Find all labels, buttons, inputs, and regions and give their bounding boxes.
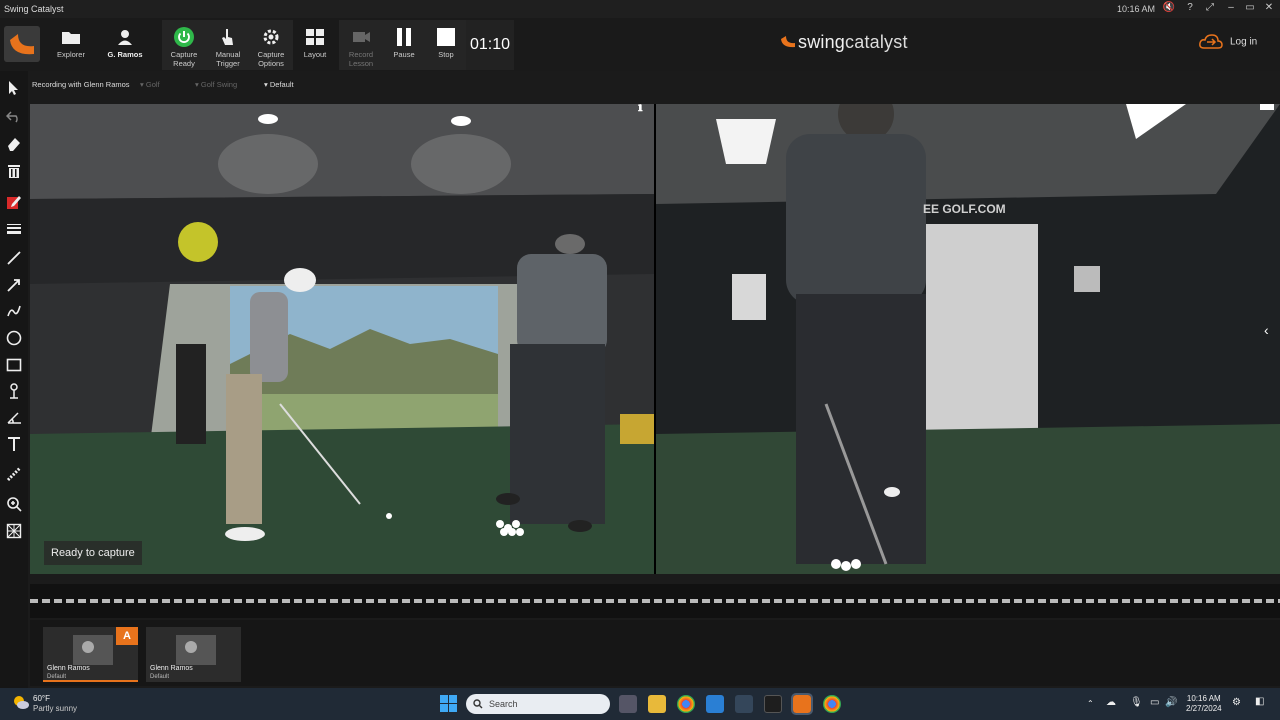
recording-thumbnail[interactable]: Glenn Ramos Default <box>146 627 241 682</box>
gear-icon <box>263 29 279 45</box>
freehand-icon[interactable] <box>4 301 24 321</box>
capture-status: Ready to capture <box>44 541 142 565</box>
brand-wordmark: swingcatalyst <box>780 32 908 53</box>
show-hidden-icons-icon[interactable]: ⌃ <box>1087 699 1094 708</box>
layout-grid-icon <box>306 29 324 45</box>
hand-pointer-icon <box>222 29 233 45</box>
close-icon[interactable]: ✕ <box>1262 2 1276 16</box>
recordings-strip: A Glenn Ramos Default Glenn Ramos Defaul… <box>30 620 1280 686</box>
calculator-icon[interactable] <box>735 695 753 713</box>
title-bar: Swing Catalyst 10:16 AM 🔇 ? ⤢ – ▭ ✕ <box>0 0 1280 18</box>
maximize-icon[interactable]: ▭ <box>1243 2 1257 16</box>
swingcatalyst-logo-icon <box>4 26 40 62</box>
record-lesson-button[interactable]: Record Lesson <box>339 20 383 70</box>
camera-feed-left[interactable]: Ready to capture ℹ <box>30 104 654 574</box>
recording-thumbnail[interactable]: A Glenn Ramos Default <box>43 627 138 682</box>
grid-icon[interactable] <box>4 521 24 541</box>
capture-options-button[interactable]: Capture Options <box>249 20 293 70</box>
volume-icon[interactable]: 🔊 <box>1165 697 1177 708</box>
power-icon <box>174 27 194 47</box>
left-camera-image <box>30 104 654 574</box>
right-camera-image <box>656 104 1280 574</box>
preset-dropdown[interactable]: ▾ Default <box>264 80 294 89</box>
pause-icon <box>397 28 411 46</box>
stop-icon <box>437 28 455 46</box>
profile-button[interactable]: G. Ramos <box>103 20 147 70</box>
partly-sunny-icon <box>14 696 29 709</box>
cloud-login-icon <box>1199 34 1223 49</box>
circle-icon[interactable] <box>4 328 24 348</box>
sport-dropdown[interactable]: ▾ Golf <box>140 80 160 89</box>
file-explorer-icon[interactable] <box>648 695 666 713</box>
notifications-icon[interactable]: ◧ <box>1255 696 1264 707</box>
chrome-icon[interactable] <box>677 695 695 713</box>
recording-with-label: Recording with Glenn Ramos <box>32 80 130 89</box>
user-icon <box>118 30 132 45</box>
search-icon <box>473 699 483 709</box>
body-angle-icon[interactable] <box>4 381 24 401</box>
login-button[interactable]: Log in <box>1198 33 1257 51</box>
minimize-icon[interactable]: – <box>1224 2 1238 16</box>
info-icon[interactable]: ℹ <box>638 104 643 114</box>
timeline-marks <box>30 599 1280 603</box>
cursor-icon[interactable] <box>4 78 24 98</box>
manual-trigger-button[interactable]: Manual Trigger <box>206 20 250 70</box>
recording-timer: 01:10 <box>466 20 514 70</box>
system-clock[interactable]: 10:16 AM 2/27/2024 <box>1186 694 1222 714</box>
terminal-icon[interactable] <box>764 695 782 713</box>
task-view-icon[interactable] <box>619 695 637 713</box>
network-icon[interactable]: ▭ <box>1150 697 1159 708</box>
text-icon[interactable] <box>4 434 24 454</box>
windows-taskbar: 60°F Partly sunny Search ⌃ ☁ 🎙 ▭ 🔊 10:16… <box>0 688 1280 720</box>
explorer-button[interactable]: Explorer <box>49 20 93 70</box>
cloud-sync-icon[interactable]: ☁ <box>1106 697 1116 708</box>
chevron-left-icon[interactable]: ‹ <box>1264 322 1269 338</box>
help-icon[interactable]: ? <box>1183 2 1197 16</box>
taskbar-search[interactable]: Search <box>466 694 610 714</box>
focus-icon[interactable]: ⚙ <box>1232 697 1241 708</box>
line-icon[interactable] <box>4 248 24 268</box>
wall-signage: EE GOLF.COM <box>923 202 1006 216</box>
mute-icon[interactable]: 🔇 <box>1162 2 1176 16</box>
microphone-icon[interactable]: 🎙 <box>1130 697 1143 708</box>
window-title: Swing Catalyst <box>4 4 64 14</box>
layout-button[interactable]: Layout <box>293 20 337 70</box>
app-logo[interactable] <box>4 26 40 62</box>
trash-icon[interactable] <box>4 161 24 181</box>
arrow-icon[interactable] <box>4 275 24 295</box>
camera-panel-icon[interactable] <box>1260 104 1274 110</box>
weather-widget[interactable]: 60°F Partly sunny <box>12 694 77 713</box>
zoom-icon[interactable] <box>4 494 24 514</box>
drawing-toolbar <box>0 71 28 688</box>
capture-ready-button[interactable]: Capture Ready <box>162 20 206 70</box>
rectangle-icon[interactable] <box>4 355 24 375</box>
session-bar: Recording with Glenn Ramos ▾ Golf ▾ Golf… <box>28 75 1280 93</box>
fullscreen-icon[interactable]: ⤢ <box>1203 2 1217 16</box>
timeline-track[interactable] <box>30 584 1280 618</box>
camera-feed-right[interactable]: EE GOLF.COM ‹ <box>656 104 1280 574</box>
main-toolbar: Explorer G. Ramos Capture Ready Manual T… <box>0 18 1280 71</box>
undo-icon[interactable] <box>4 106 24 126</box>
eraser-icon[interactable] <box>4 134 24 154</box>
windows-start-icon[interactable] <box>440 695 457 714</box>
pause-button[interactable]: Pause <box>382 20 426 70</box>
measure-icon[interactable] <box>4 464 24 484</box>
angle-icon[interactable] <box>4 408 24 428</box>
chrome-profile-icon[interactable] <box>823 695 841 713</box>
stop-button[interactable]: Stop <box>424 20 468 70</box>
record-lesson-icon <box>353 32 370 42</box>
brand-mark-icon <box>781 36 795 48</box>
pen-color-icon[interactable] <box>4 192 24 212</box>
mail-icon[interactable] <box>706 695 724 713</box>
recording-badge: A <box>116 627 138 645</box>
swingcatalyst-taskbar-icon[interactable] <box>791 693 813 715</box>
title-time: 10:16 AM <box>1117 4 1156 14</box>
line-weight-icon[interactable] <box>4 218 24 238</box>
camera-viewport[interactable]: Ready to capture ℹ EE GOLF.COM ‹ <box>30 104 1280 574</box>
golfer-foreground <box>786 104 926 565</box>
folder-icon <box>62 32 80 44</box>
activity-dropdown[interactable]: ▾ Golf Swing <box>195 80 237 89</box>
